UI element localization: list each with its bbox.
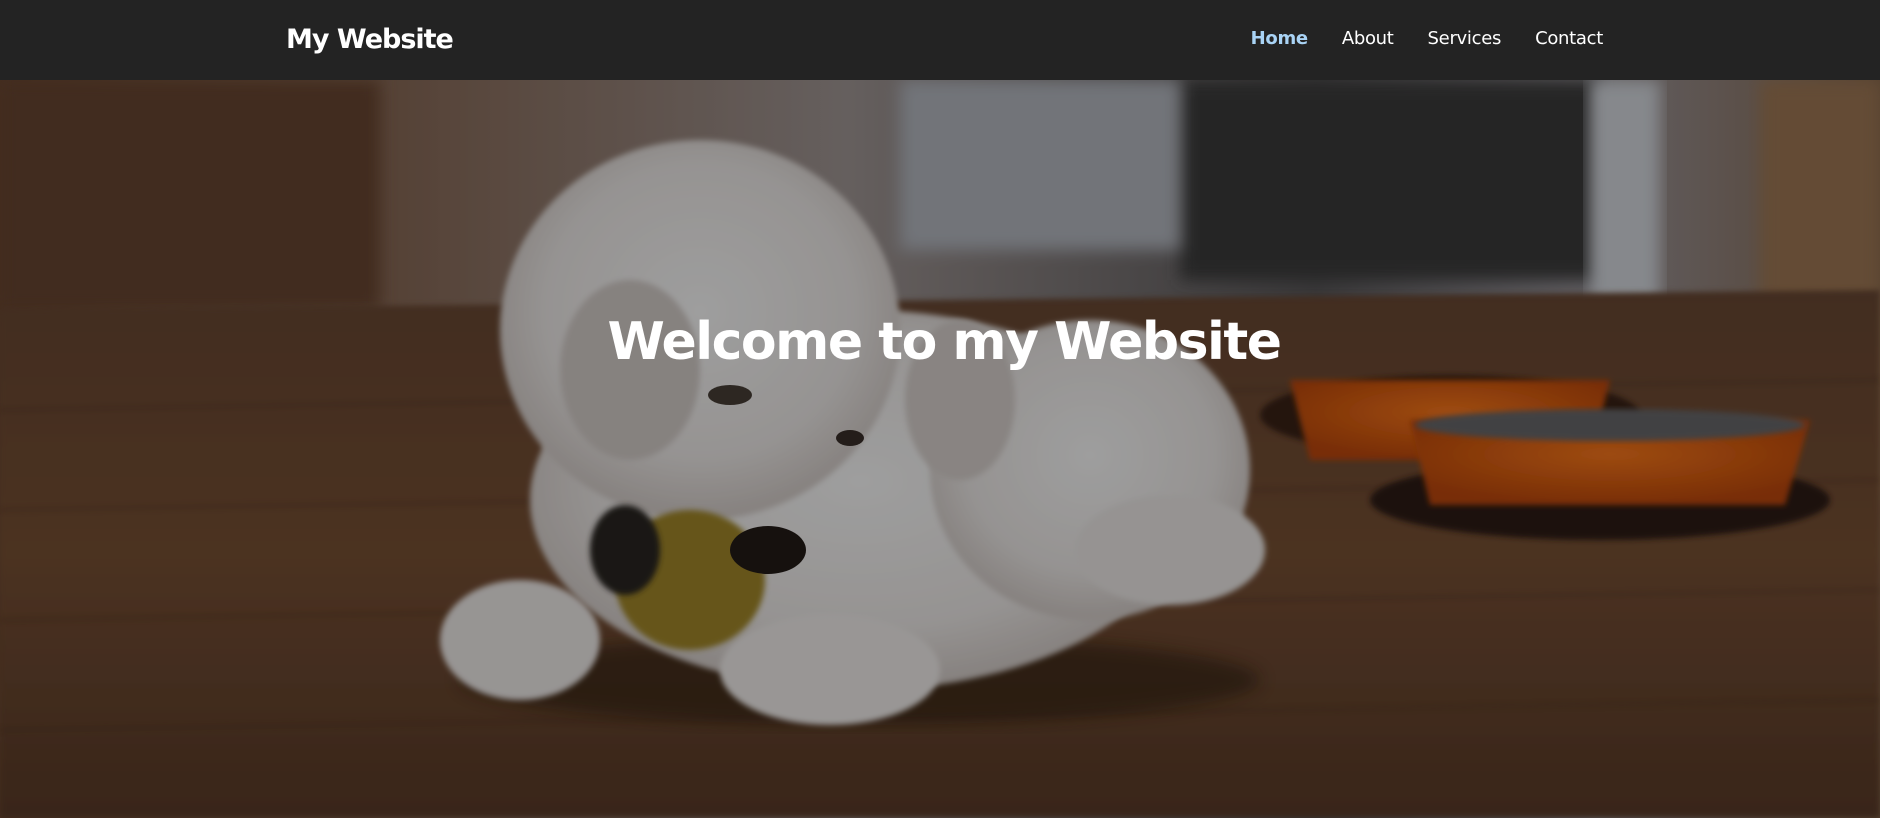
nav-item-contact: Contact — [1535, 26, 1603, 52]
hero-section: Welcome to my Website — [0, 80, 1880, 818]
navbar: My Website Home About Services Contact — [0, 0, 1880, 80]
hero-title: Welcome to my Website — [607, 312, 1282, 372]
nav-item-about: About — [1342, 26, 1394, 52]
nav-link-about[interactable]: About — [1342, 28, 1394, 49]
nav-link-services[interactable]: Services — [1428, 28, 1502, 49]
nav-link-home[interactable]: Home — [1251, 28, 1309, 49]
nav-menu: Home About Services Contact — [1251, 26, 1604, 52]
nav-item-home: Home — [1251, 26, 1309, 52]
site-brand[interactable]: My Website — [286, 22, 454, 58]
hero-dark-overlay — [0, 80, 1880, 818]
nav-item-services: Services — [1428, 26, 1502, 52]
nav-link-contact[interactable]: Contact — [1535, 28, 1603, 49]
